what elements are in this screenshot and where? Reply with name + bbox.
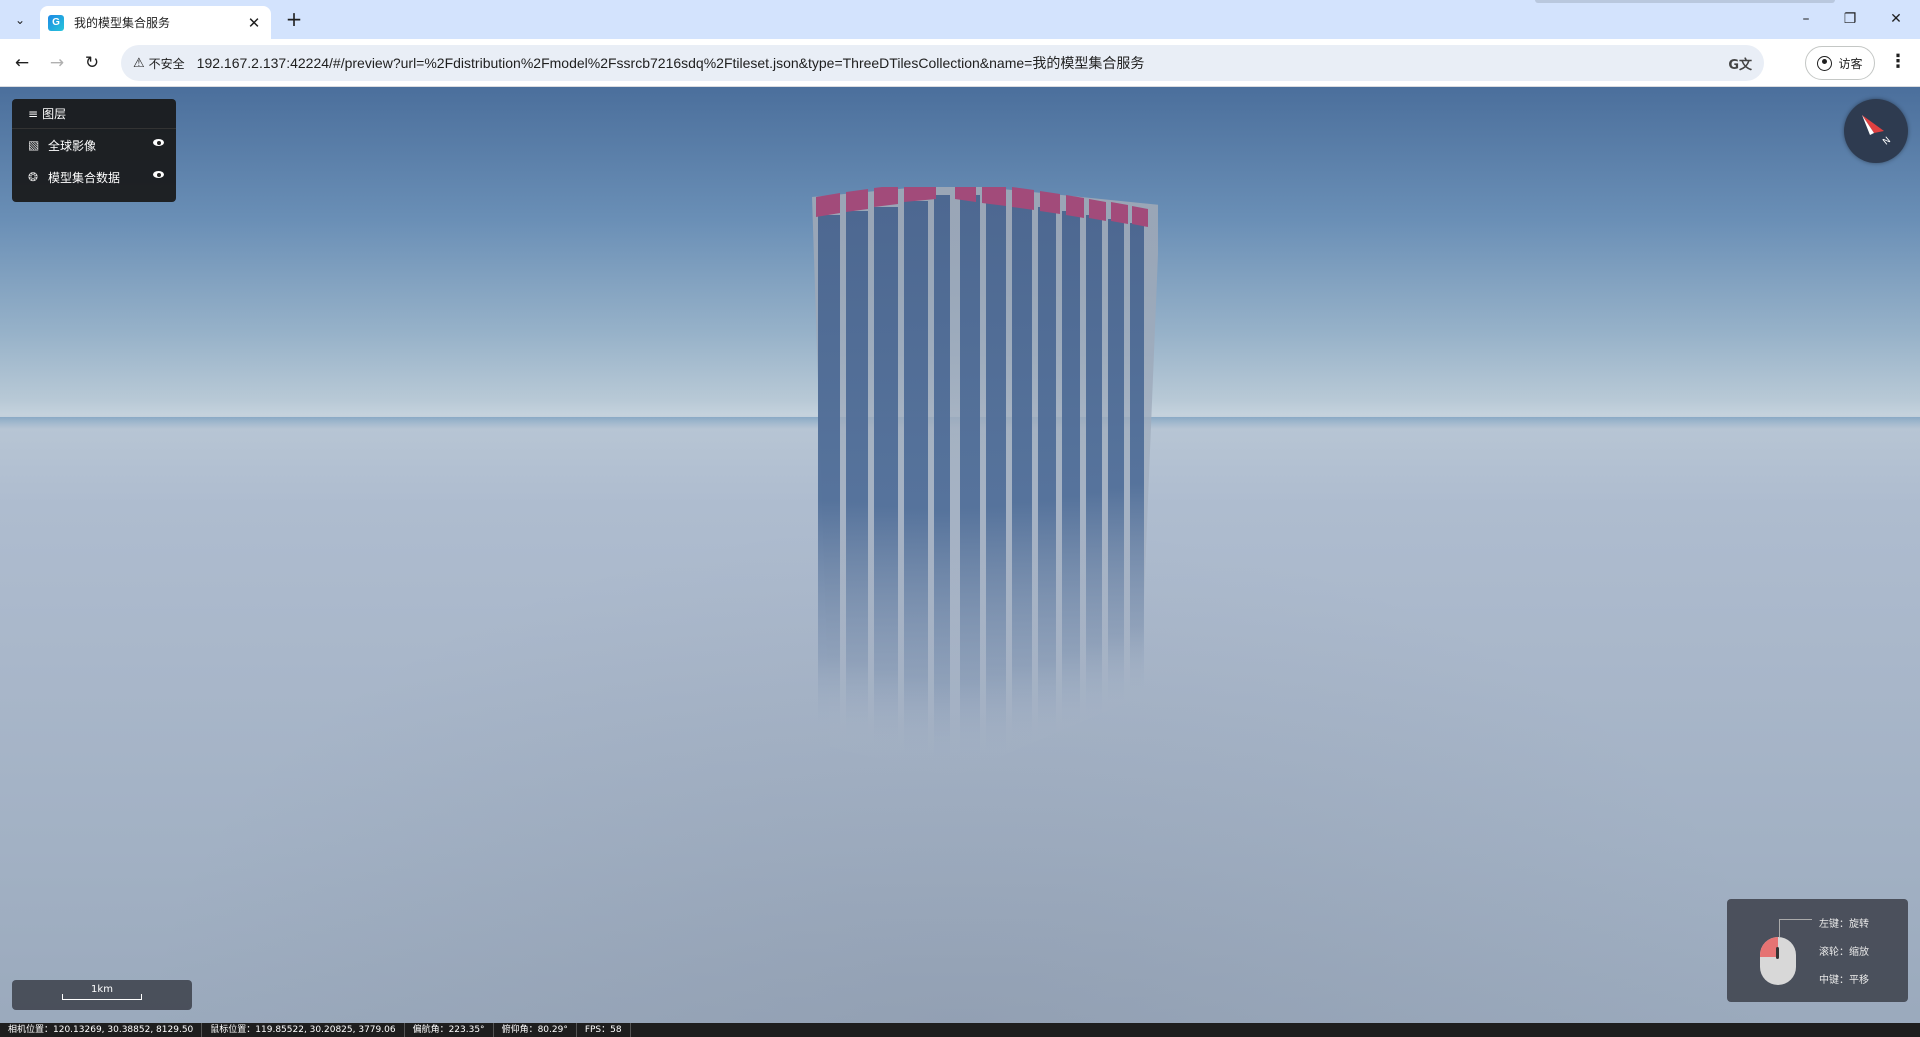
- pitch-angle: 俯仰角：80.29°: [494, 1023, 577, 1037]
- person-icon: [1817, 55, 1833, 71]
- browser-tab[interactable]: G 我的模型集合服务 ✕: [40, 6, 271, 39]
- layers-icon: ≡: [28, 106, 39, 121]
- profile-label: 访客: [1838, 56, 1863, 71]
- hint-left-click: 左键：旋转: [1819, 919, 1869, 930]
- scale-bar: 1km: [12, 980, 192, 1010]
- warning-triangle-icon: ⚠: [133, 55, 145, 71]
- hint-scroll: 滚轮：缩放: [1819, 947, 1869, 958]
- layer-panel-header[interactable]: ≡ 图层: [12, 99, 176, 129]
- map-viewport[interactable]: ≡ 图层 ▧ 全球影像 ❂ 模型集合数据 N 1km 左键：旋转 滚轮：缩放 中…: [0, 87, 1920, 1037]
- eye-icon[interactable]: [153, 139, 164, 146]
- address-bar[interactable]: ⚠ 不安全 192.167.2.137:42224/#/preview?url=…: [121, 45, 1764, 81]
- hint-connector: [1779, 919, 1812, 937]
- status-bar: 相机位置：120.13269, 30.38852, 8129.50 鼠标位置：1…: [0, 1023, 1920, 1037]
- url-text[interactable]: 192.167.2.137:42224/#/preview?url=%2Fdis…: [197, 53, 1729, 73]
- mouse-icon: [1760, 937, 1796, 985]
- translate-icon[interactable]: G文: [1728, 54, 1752, 73]
- forward-arrow-icon[interactable]: →: [45, 51, 69, 75]
- layer-item-model-collection[interactable]: ❂ 模型集合数据: [12, 161, 176, 193]
- back-arrow-icon[interactable]: ←: [10, 51, 34, 75]
- security-chip[interactable]: ⚠ 不安全: [133, 55, 185, 72]
- browser-tab-bar: ⌄ G 我的模型集合服务 ✕ + – ❐ ✕: [0, 0, 1920, 39]
- camera-position: 相机位置：120.13269, 30.38852, 8129.50: [0, 1023, 203, 1037]
- tab-search-chevron-icon[interactable]: ⌄: [8, 8, 32, 32]
- profile-button[interactable]: 访客: [1805, 46, 1875, 80]
- compass-needle-icon: N: [1862, 115, 1893, 148]
- close-window-icon[interactable]: ✕: [1876, 6, 1916, 32]
- layer-item-label: 全球影像: [48, 138, 97, 153]
- new-tab-plus-icon[interactable]: +: [282, 8, 306, 32]
- svg-text:N: N: [1881, 136, 1893, 148]
- model-layer-icon: ❂: [28, 170, 39, 184]
- layer-panel: ≡ 图层 ▧ 全球影像 ❂ 模型集合数据: [12, 99, 176, 202]
- scale-line: [62, 994, 142, 1000]
- security-label: 不安全: [148, 56, 185, 71]
- restore-icon[interactable]: ❐: [1830, 6, 1870, 32]
- window-edge-strip: [1535, 0, 1835, 3]
- more-menu-icon[interactable]: ⋮: [1888, 51, 1908, 75]
- tab-title: 我的模型集合服务: [74, 16, 171, 30]
- compass[interactable]: N: [1844, 99, 1908, 163]
- layer-panel-title: 图层: [42, 107, 67, 121]
- building-model[interactable]: [808, 187, 1158, 787]
- browser-toolbar: ← → ↻ ⚠ 不安全 192.167.2.137:42224/#/previe…: [0, 39, 1920, 87]
- hint-middle-click: 中键：平移: [1819, 975, 1869, 986]
- minimize-icon[interactable]: –: [1786, 6, 1826, 32]
- image-layer-icon: ▧: [28, 138, 40, 152]
- site-favicon-icon: G: [48, 14, 64, 31]
- mouse-position: 鼠标位置：119.85522, 30.20825, 3779.06: [202, 1023, 405, 1037]
- building-body: [812, 187, 1158, 777]
- reload-icon[interactable]: ↻: [80, 51, 104, 75]
- tab-close-icon[interactable]: ✕: [245, 14, 263, 32]
- fps-counter: FPS：58: [577, 1023, 631, 1037]
- layer-item-global-imagery[interactable]: ▧ 全球影像: [12, 129, 176, 161]
- mouse-hint-panel: 左键：旋转 滚轮：缩放 中键：平移: [1727, 899, 1908, 1002]
- heading-angle: 偏航角：223.35°: [405, 1023, 494, 1037]
- eye-icon[interactable]: [153, 171, 164, 178]
- layer-item-label: 模型集合数据: [48, 170, 121, 185]
